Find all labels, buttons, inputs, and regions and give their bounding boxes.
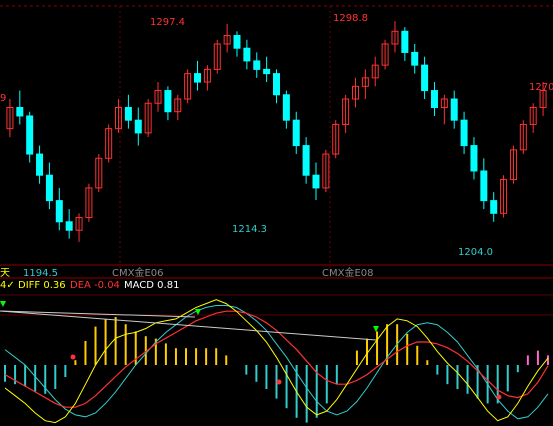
label-high-2: 1298.8 (333, 13, 368, 24)
candle-down (430, 90, 438, 108)
candle-down (273, 73, 280, 96)
candle-down (243, 47, 251, 62)
label-low-3: 1204.0 (458, 247, 493, 258)
candle-down (124, 106, 132, 121)
trend-line (0, 310, 196, 318)
candle-down (26, 115, 34, 155)
candle-down (134, 119, 142, 134)
macd-lines (0, 299, 549, 424)
candle-down (16, 106, 24, 117)
label-high-1: 1297.4 (150, 17, 185, 28)
candlestick-series (6, 21, 547, 242)
candle-down (164, 90, 172, 113)
buy-arrow (373, 326, 379, 332)
signal-markers (0, 301, 502, 400)
macd-label: MACD (124, 280, 154, 291)
macd-histogram (4, 317, 549, 423)
candle-down (401, 30, 409, 53)
candle-down (36, 153, 44, 176)
indicator-prefix: 4✓ (0, 280, 15, 291)
diff-label: DIFF (18, 280, 41, 291)
candle-down (253, 60, 261, 70)
label-left-edge: 9 (0, 93, 6, 104)
macd-value: 0.81 (157, 280, 180, 291)
candle-down (312, 174, 320, 189)
candle-down (263, 68, 271, 75)
dea-readout: DEA -0.04 (70, 278, 120, 294)
macd-readout: MACD 0.81 (124, 278, 179, 294)
label-low-2: 1214.3 (232, 224, 267, 235)
sell-dot (276, 379, 282, 385)
label-right-edge: 1270. (529, 82, 553, 93)
candle-down (292, 119, 300, 147)
candle-down (194, 73, 202, 83)
buy-arrow (195, 309, 201, 315)
candle-down (45, 174, 53, 202)
buy-arrow (0, 301, 6, 307)
candle-down (282, 94, 290, 121)
candle-down (55, 200, 63, 223)
sell-dot (496, 394, 502, 400)
sell-dot (70, 354, 76, 360)
candle-down (233, 35, 241, 49)
candle-down (302, 145, 310, 176)
diff-value: 0.36 (43, 280, 66, 291)
dea-value: -0.04 (94, 280, 120, 291)
grid-lines (0, 5, 553, 316)
candle-down (490, 200, 498, 214)
candle-down (421, 64, 429, 92)
chart-canvas: 1297.4 1298.8 9 1270. 1194.5 1214.3 1204… (0, 5, 553, 424)
indicator-bar: 4✓ DIFF 0.36 DEA -0.04 MACD 0.81 (0, 278, 553, 294)
candle-down (450, 98, 458, 121)
candle-down (65, 221, 73, 231)
diff-readout: DIFF 0.36 (18, 278, 66, 294)
candle-down (411, 51, 419, 66)
candle-down (480, 170, 488, 202)
dea-label: DEA (70, 280, 91, 291)
candle-down (460, 119, 468, 147)
candle-down (470, 145, 478, 172)
